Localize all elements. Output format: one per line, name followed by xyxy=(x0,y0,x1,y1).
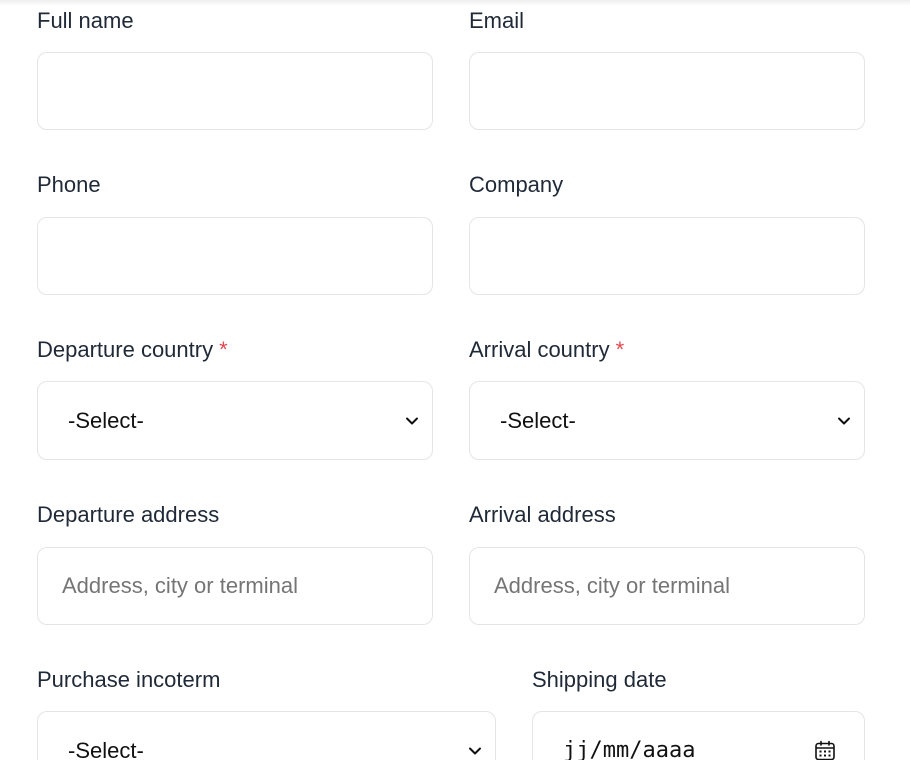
shipping-date-label-text: Shipping date xyxy=(532,667,667,692)
departure-address-label-text: Departure address xyxy=(37,502,220,527)
arrival-address-input[interactable]: Address, city or terminal xyxy=(469,547,865,625)
top-shadow xyxy=(0,0,910,6)
phone-label: Phone xyxy=(37,171,101,199)
phone-label-text: Phone xyxy=(37,172,101,197)
company-input[interactable] xyxy=(469,217,865,295)
purchase-incoterm-select[interactable]: -Select- xyxy=(37,711,496,760)
departure-country-selected: -Select- xyxy=(68,407,144,433)
arrival-address-label: Arrival address xyxy=(469,501,616,529)
arrival-country-label: Arrival country * xyxy=(469,336,624,364)
purchase-incoterm-selected: -Select- xyxy=(68,737,144,760)
full-name-input[interactable] xyxy=(37,52,433,130)
full-name-label-text: Full name xyxy=(37,8,134,33)
phone-input[interactable] xyxy=(37,217,433,295)
departure-address-placeholder: Address, city or terminal xyxy=(62,573,298,598)
email-label-text: Email xyxy=(469,8,525,33)
departure-country-label: Departure country * xyxy=(37,336,228,364)
company-label-text: Company xyxy=(469,172,564,197)
chevron-down-icon xyxy=(838,417,850,424)
purchase-incoterm-label-text: Purchase incoterm xyxy=(37,667,221,692)
arrival-address-label-text: Arrival address xyxy=(469,502,616,527)
email-label: Email xyxy=(469,7,524,35)
email-input[interactable] xyxy=(469,52,865,130)
arrival-country-select[interactable]: -Select- xyxy=(469,381,865,460)
shipping-date-value: jj/mm/aaaa xyxy=(563,738,696,760)
company-label: Company xyxy=(469,171,563,199)
arrival-country-selected: -Select- xyxy=(500,407,576,433)
calendar-icon[interactable] xyxy=(814,740,836,760)
departure-country-select[interactable]: -Select- xyxy=(37,381,433,460)
shipping-date-label: Shipping date xyxy=(532,666,667,694)
required-asterisk: * xyxy=(615,337,625,362)
departure-country-label-text: Departure country xyxy=(37,337,214,362)
required-asterisk: * xyxy=(219,337,228,362)
chevron-down-icon xyxy=(406,417,418,424)
shipping-date-input[interactable]: jj/mm/aaaa xyxy=(532,711,865,760)
departure-address-label: Departure address xyxy=(37,501,219,529)
chevron-down-icon xyxy=(469,747,481,754)
arrival-address-placeholder: Address, city or terminal xyxy=(494,573,730,598)
departure-address-input[interactable]: Address, city or terminal xyxy=(37,547,433,625)
arrival-country-label-text: Arrival country xyxy=(469,337,610,362)
full-name-label: Full name xyxy=(37,7,134,35)
purchase-incoterm-label: Purchase incoterm xyxy=(37,666,220,694)
